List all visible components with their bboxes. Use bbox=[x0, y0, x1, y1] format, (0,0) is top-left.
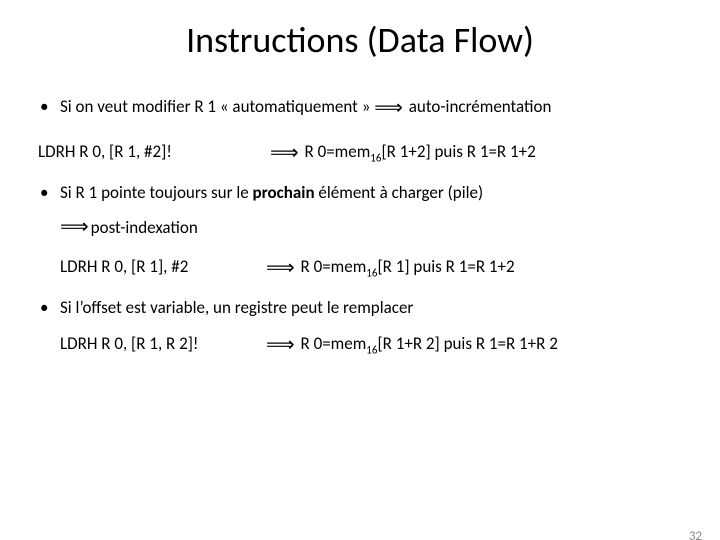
implies-icon: ⟹ bbox=[374, 96, 403, 121]
slide-body: Si on veut modifier R 1 « automatiquemen… bbox=[34, 96, 686, 358]
code-2: LDRH R 0, [R 1], #2 bbox=[60, 256, 266, 277]
expr-1-sub: 16 bbox=[370, 151, 381, 164]
explain-3: ⟹ R 0=mem16[R 1+R 2] puis R 1=R 1+R 2 bbox=[266, 333, 686, 358]
code-1: LDRH R 0, [R 1, #2]! bbox=[38, 141, 270, 162]
bullet-2-sub-row: ⟹ post-indexation bbox=[60, 215, 686, 240]
bullet-2-post: élément à charger (pile) bbox=[315, 182, 484, 203]
implies-icon: ⟹ bbox=[270, 141, 299, 166]
example-row-1: LDRH R 0, [R 1, #2]! ⟹ R 0=mem16[R 1+2] … bbox=[34, 141, 686, 166]
expr-3a: R 0=mem bbox=[297, 333, 367, 354]
slide-title: Instructions (Data Flow) bbox=[0, 18, 720, 62]
expr-3b: [R 1+R 2] puis R 1=R 1+R 2 bbox=[377, 333, 557, 354]
expr-2a: R 0=mem bbox=[297, 256, 367, 277]
explain-2: ⟹ R 0=mem16[R 1] puis R 1=R 1+2 bbox=[266, 256, 686, 281]
expr-2-sub: 16 bbox=[366, 267, 377, 280]
bullet-1-text-pre: Si on veut modifier R 1 « automatiquemen… bbox=[60, 96, 374, 117]
bullet-3: Si l’offset est variable, un registre pe… bbox=[34, 297, 686, 357]
expr-1b: [R 1+2] puis R 1=R 1+2 bbox=[381, 141, 535, 162]
bullet-3-text: Si l’offset est variable, un registre pe… bbox=[60, 297, 413, 318]
bullet-2-pre: Si R 1 pointe toujours sur le bbox=[60, 182, 253, 203]
bullet-2-bold: prochain bbox=[253, 182, 315, 203]
bullet-1-text-post: auto-incrémentation bbox=[405, 96, 551, 117]
expr-1a: R 0=mem bbox=[301, 141, 371, 162]
bullet-2-sub: post-indexation bbox=[91, 217, 198, 238]
expr-3-sub: 16 bbox=[366, 343, 377, 356]
bullet-2: Si R 1 pointe toujours sur le prochain é… bbox=[34, 182, 686, 281]
implies-icon: ⟹ bbox=[266, 256, 295, 281]
slide: Instructions (Data Flow) Si on veut modi… bbox=[0, 18, 720, 540]
bullet-list-2: Si R 1 pointe toujours sur le prochain é… bbox=[34, 182, 686, 358]
implies-icon: ⟹ bbox=[60, 215, 89, 240]
expr-2b: [R 1] puis R 1=R 1+2 bbox=[377, 256, 514, 277]
bullet-list: Si on veut modifier R 1 « automatiquemen… bbox=[34, 96, 686, 127]
example-row-3: LDRH R 0, [R 1, R 2]! ⟹ R 0=mem16[R 1+R … bbox=[60, 333, 686, 358]
code-3: LDRH R 0, [R 1, R 2]! bbox=[60, 333, 266, 354]
example-row-2: LDRH R 0, [R 1], #2 ⟹ R 0=mem16[R 1] pui… bbox=[60, 256, 686, 281]
explain-1: ⟹ R 0=mem16[R 1+2] puis R 1=R 1+2 bbox=[270, 141, 686, 166]
bullet-1: Si on veut modifier R 1 « automatiquemen… bbox=[34, 96, 686, 127]
implies-icon: ⟹ bbox=[266, 333, 295, 358]
page-number: 32 bbox=[689, 529, 702, 540]
